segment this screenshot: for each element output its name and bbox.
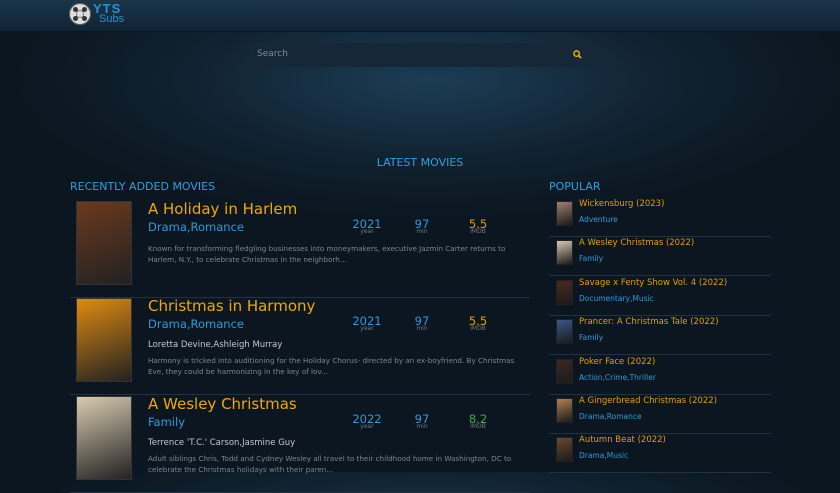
popular-thumbnail[interactable] xyxy=(556,201,573,226)
popular-item[interactable]: Prancer: A Christmas Tale (2022) Family xyxy=(549,316,771,356)
popular-genre: Family xyxy=(579,254,604,264)
popular-item[interactable]: Autumn Beat (2022) Drama,Music xyxy=(549,434,771,474)
popular-thumbnail[interactable] xyxy=(556,319,573,345)
movie-title[interactable]: A Holiday in Harlem xyxy=(148,200,297,218)
popular-thumbnail[interactable] xyxy=(556,437,573,463)
movie-genre: Drama,Romance xyxy=(148,220,244,234)
movie-year: 2022 year xyxy=(352,412,382,430)
movie-genre: Family xyxy=(148,415,186,429)
search-icon[interactable] xyxy=(573,50,582,59)
popular-title[interactable]: Poker Face (2022) xyxy=(579,357,655,367)
popular-genre: Drama,Romance xyxy=(579,412,642,421)
movie-row[interactable]: Christmas in Harmony Drama,Romance 2021 y… xyxy=(70,297,530,395)
popular-thumbnail[interactable] xyxy=(556,240,573,266)
popular-item[interactable]: A Wesley Christmas (2022) Family xyxy=(549,237,771,277)
movie-imdb: 8.2 IMDB xyxy=(468,412,488,430)
movie-imdb: 5.5 IMDB xyxy=(468,217,488,235)
popular-title[interactable]: A Gingerbread Christmas (2022) xyxy=(579,396,717,406)
popular-item[interactable]: Wickensburg (2023) Adventure xyxy=(549,198,771,237)
latest-movies-heading: LATEST MOVIES xyxy=(376,156,464,169)
movie-title[interactable]: A Wesley Christmas xyxy=(148,395,297,413)
top-header: YTS Subs xyxy=(0,0,840,32)
search-bar xyxy=(250,43,590,67)
movie-genre: Drama,Romance xyxy=(148,317,244,331)
movie-poster[interactable] xyxy=(76,396,132,480)
popular-thumbnail[interactable] xyxy=(556,358,573,384)
movie-runtime: 97 min xyxy=(414,217,430,235)
popular-item[interactable]: Poker Face (2022) Action,Crime,Thriller xyxy=(549,356,771,395)
movie-runtime: 97 min xyxy=(414,412,430,430)
popular-title[interactable]: Prancer: A Christmas Tale (2022) xyxy=(579,317,719,327)
movie-row[interactable]: A Wesley Christmas Family 2022 year 97 min… xyxy=(70,395,530,493)
popular-title[interactable]: Savage x Fenty Show Vol. 4 (2022) xyxy=(579,278,727,288)
movie-imdb: 5.5 IMDB xyxy=(468,314,488,332)
movie-description: Known for transforming fledgling busines… xyxy=(148,244,506,264)
popular-genre: Drama,Music xyxy=(579,451,629,461)
popular-title[interactable]: A Wesley Christmas (2022) xyxy=(579,238,694,248)
search-input[interactable] xyxy=(257,49,557,59)
popular-item[interactable]: Savage x Fenty Show Vol. 4 (2022) Docume… xyxy=(549,277,771,316)
movie-row[interactable]: A Holiday in Harlem Drama,Romance 2021 ye… xyxy=(70,200,530,298)
movie-cast: Loretta Devine,Ashleigh Murray xyxy=(148,340,283,350)
movie-year: 2021 year xyxy=(352,314,382,332)
movie-poster[interactable] xyxy=(76,201,132,285)
popular-title[interactable]: Autumn Beat (2022) xyxy=(579,435,666,445)
recently-added-heading: RECENTLY ADDED MOVIES xyxy=(70,180,216,193)
popular-title[interactable]: Wickensburg (2023) xyxy=(579,199,664,209)
popular-genre: Adventure xyxy=(579,215,618,224)
popular-thumbnail[interactable] xyxy=(556,398,573,423)
movie-runtime: 97 min xyxy=(414,314,430,332)
movie-poster[interactable] xyxy=(76,298,132,382)
popular-genre: Action,Crime,Thriller xyxy=(579,372,656,382)
movie-cast: Terrence 'T.C.' Carson,Jasmine Guy xyxy=(148,438,296,448)
popular-thumbnail[interactable] xyxy=(556,279,573,305)
site-logo[interactable]: YTS Subs xyxy=(69,2,124,25)
movie-description: Harmony is tricked into auditioning for … xyxy=(148,356,515,376)
movie-title[interactable]: Christmas in Harmony xyxy=(148,297,315,315)
popular-heading: POPULAR xyxy=(549,180,601,193)
film-reel-icon xyxy=(69,3,91,25)
popular-genre: Documentary,Music xyxy=(579,293,654,303)
popular-item[interactable]: A Gingerbread Christmas (2022) Drama,Rom… xyxy=(549,395,771,434)
movie-year: 2021 year xyxy=(352,217,382,235)
popular-genre: Family xyxy=(579,333,604,343)
